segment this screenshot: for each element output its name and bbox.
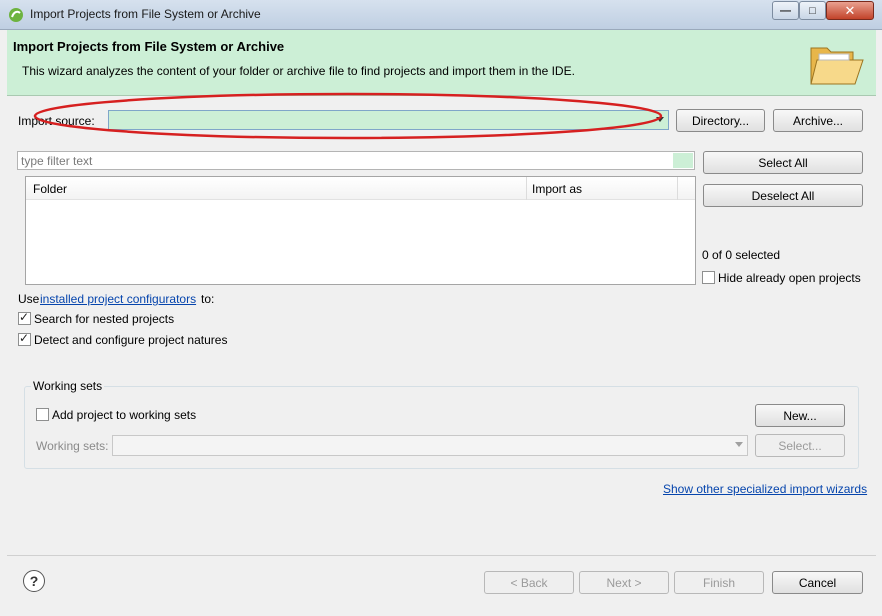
working-sets-group [24, 386, 859, 469]
import-source-label: Import source: [18, 114, 95, 128]
show-other-wizards-link[interactable]: Show other specialized import wizards [663, 482, 867, 496]
window-titlebar: Import Projects from File System or Arch… [0, 0, 882, 30]
clear-filter-icon[interactable] [673, 153, 693, 168]
checkmark-icon: ✓ [19, 331, 30, 345]
wizard-body [7, 97, 876, 611]
filter-placeholder: type filter text [21, 154, 93, 168]
configurators-suffix: to: [201, 292, 215, 306]
new-working-set-button[interactable]: New... [755, 404, 845, 427]
cancel-button[interactable]: Cancel [772, 571, 863, 594]
selection-count: 0 of 0 selected [702, 248, 781, 262]
minimize-icon: — [780, 4, 791, 17]
column-import-as[interactable]: Import as [532, 182, 582, 196]
back-button[interactable]: < Back [484, 571, 574, 594]
select-working-sets-button[interactable]: Select... [755, 434, 845, 457]
configurators-prefix: Use [18, 292, 40, 306]
column-divider [526, 177, 527, 200]
nested-projects-checkbox[interactable]: ✓ [18, 310, 31, 325]
directory-button[interactable]: Directory... [676, 109, 765, 132]
close-icon: ✕ [844, 2, 856, 18]
chevron-down-icon [656, 117, 664, 122]
close-button[interactable]: ✕ [826, 1, 874, 20]
minimize-button[interactable]: — [772, 1, 799, 20]
wizard-title: Import Projects from File System or Arch… [13, 39, 285, 54]
checkmark-icon: ✓ [19, 310, 30, 324]
working-sets-label: Working sets: [36, 439, 109, 453]
working-sets-group-title: Working sets [31, 379, 105, 393]
maximize-button[interactable]: □ [799, 1, 826, 20]
maximize-icon: □ [809, 4, 816, 17]
hide-open-projects-label: Hide already open projects [718, 271, 861, 285]
installed-configurators-link[interactable]: installed project configurators [40, 292, 196, 306]
deselect-all-button[interactable]: Deselect All [703, 184, 863, 207]
next-button[interactable]: Next > [579, 571, 669, 594]
open-folder-icon [810, 47, 864, 85]
nested-projects-label: Search for nested projects [34, 312, 175, 326]
wizard-description: This wizard analyzes the content of your… [22, 64, 575, 78]
add-to-working-sets-label: Add project to working sets [52, 408, 197, 422]
table-header: Folder Import as [26, 177, 695, 200]
column-folder[interactable]: Folder [33, 182, 67, 196]
add-to-working-sets-checkbox[interactable] [36, 408, 49, 421]
chevron-down-icon [735, 442, 743, 447]
select-all-button[interactable]: Select All [703, 151, 863, 174]
window-title: Import Projects from File System or Arch… [30, 7, 261, 21]
footer-separator [7, 555, 876, 556]
import-source-combo[interactable] [108, 110, 669, 130]
archive-button[interactable]: Archive... [773, 109, 863, 132]
detect-natures-checkbox[interactable]: ✓ [18, 331, 31, 346]
finish-button[interactable]: Finish [674, 571, 764, 594]
working-sets-combo[interactable] [112, 435, 748, 456]
help-icon[interactable]: ? [23, 570, 45, 592]
filter-input[interactable]: type filter text [17, 151, 695, 170]
app-icon [9, 8, 23, 22]
wizard-header: Import Projects from File System or Arch… [7, 30, 876, 96]
projects-table[interactable]: Folder Import as [25, 176, 696, 285]
hide-open-projects-checkbox[interactable] [702, 271, 715, 284]
column-divider [677, 177, 678, 200]
detect-natures-label: Detect and configure project natures [34, 333, 228, 347]
